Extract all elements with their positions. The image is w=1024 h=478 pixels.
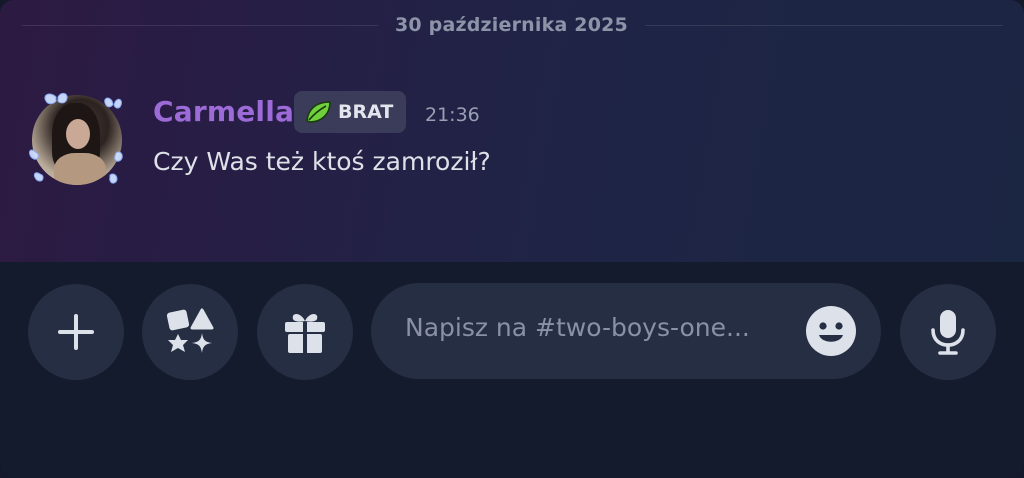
divider-line-left: [22, 25, 378, 26]
clan-tag-label: BRAT: [338, 101, 394, 123]
clan-tag-badge[interactable]: BRAT: [294, 91, 406, 133]
message-composer: [0, 262, 1024, 478]
microphone-icon: [931, 310, 965, 355]
emoji-icon: [806, 306, 856, 356]
leaf-icon: [306, 101, 331, 123]
message-input-container[interactable]: [371, 283, 881, 379]
avatar[interactable]: [28, 91, 126, 189]
gift-button[interactable]: [257, 284, 353, 380]
apps-icon: [166, 308, 214, 353]
voice-button[interactable]: [900, 284, 996, 380]
emoji-button[interactable]: [803, 303, 859, 359]
butterfly-decoration-icon: [29, 92, 123, 184]
message-text: Czy Was też ktoś zamroził?: [153, 147, 491, 176]
message-timestamp: 21:36: [425, 104, 480, 126]
message-input[interactable]: [405, 313, 795, 342]
apps-button[interactable]: [142, 284, 238, 380]
message-username[interactable]: Carmella: [153, 95, 294, 128]
gift-icon: [285, 313, 325, 353]
add-button[interactable]: [28, 284, 124, 380]
date-divider-label: 30 października 2025: [395, 14, 628, 36]
plus-icon: [58, 314, 94, 350]
chat-window: 30 października 2025 Carmella BRAT 21:36…: [0, 0, 1024, 478]
divider-line-right: [645, 25, 1003, 26]
message-list: 30 października 2025 Carmella BRAT 21:36…: [0, 0, 1024, 262]
